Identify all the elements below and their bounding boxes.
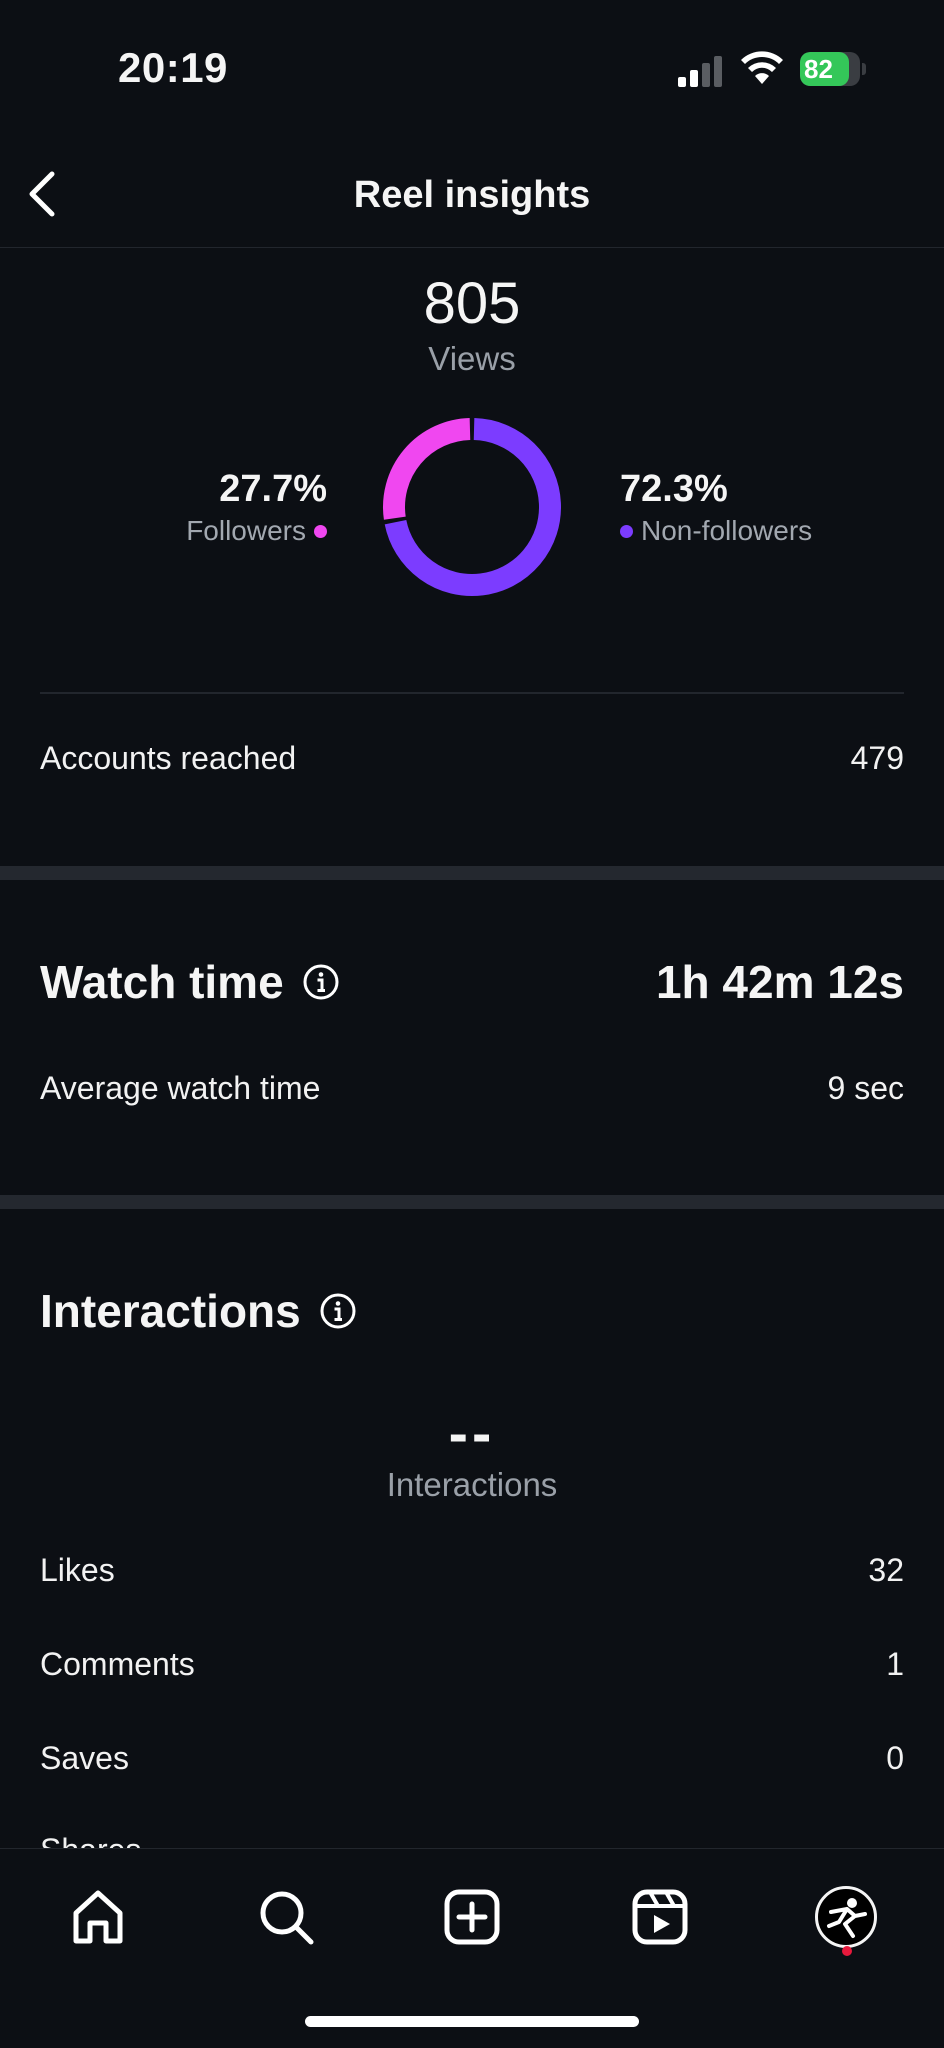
divider <box>40 692 904 694</box>
comments-label: Comments <box>40 1646 195 1682</box>
followers-label: Followers <box>186 515 306 546</box>
tab-search[interactable] <box>246 1879 326 1955</box>
saves-value: 0 <box>886 1740 904 1776</box>
interactions-total-label: Interactions <box>386 1466 558 1503</box>
saves-label: Saves <box>40 1740 129 1776</box>
views-count: 805 <box>423 271 521 336</box>
non-followers-label: Non-followers <box>641 515 813 546</box>
non-followers-stat: 72.3% Non-followers <box>620 466 812 550</box>
nav-header: Reel insights <box>0 140 944 248</box>
shares-row-partial: Shares <box>40 1832 141 1848</box>
accounts-reached-row[interactable]: Accounts reached 479 <box>40 740 904 777</box>
likes-value: 32 <box>868 1552 904 1588</box>
followers-percentage: 27.7% <box>219 468 327 510</box>
home-indicator <box>305 2016 639 2027</box>
views-label: Views <box>428 340 516 377</box>
tab-home[interactable] <box>58 1879 138 1955</box>
notification-dot <box>842 1946 852 1956</box>
watch-time-title: Watch time <box>40 956 284 1008</box>
wifi-icon <box>741 51 783 84</box>
status-time: 20:19 <box>118 44 228 91</box>
followers-arc <box>383 418 471 520</box>
comments-row: Comments 1 <box>40 1646 904 1683</box>
average-watch-time-label: Average watch time <box>40 1070 321 1106</box>
interactions-title: Interactions <box>40 1285 301 1337</box>
runner-logo-icon <box>827 1898 867 1938</box>
non-followers-legend-dot <box>620 524 633 538</box>
interactions-total: -- <box>448 1401 496 1466</box>
watch-time-total: 1h 42m 12s <box>655 956 904 1008</box>
likes-row: Likes 32 <box>40 1552 904 1589</box>
reels-icon <box>632 1889 688 1945</box>
status-bar: 20:19 82 <box>0 0 944 140</box>
page-title: Reel insights <box>353 174 591 216</box>
average-watch-time-row: Average watch time 9 sec <box>40 1070 904 1107</box>
cellular-signal-icon <box>678 56 722 87</box>
accounts-reached-value: 479 <box>850 740 904 776</box>
interactions-header: Interactions <box>40 1284 357 1338</box>
home-icon <box>73 1890 123 1944</box>
likes-label: Likes <box>40 1552 115 1588</box>
non-followers-percentage: 72.3% <box>620 468 728 510</box>
battery-indicator: 82 <box>800 52 866 86</box>
followers-stat: 27.7% Followers <box>186 466 327 550</box>
battery-percentage: 82 <box>804 54 833 84</box>
watch-time-header: Watch time <box>40 955 340 1009</box>
average-watch-time-value: 9 sec <box>827 1070 904 1106</box>
views-donut-chart <box>383 418 561 596</box>
tab-create[interactable] <box>432 1879 512 1955</box>
section-divider <box>0 866 944 880</box>
section-divider <box>0 1195 944 1209</box>
create-icon <box>444 1889 500 1945</box>
tab-reels[interactable] <box>620 1879 700 1955</box>
comments-value: 1 <box>886 1646 904 1682</box>
tab-profile[interactable] <box>806 1879 886 1955</box>
info-icon[interactable] <box>319 1292 357 1330</box>
saves-row: Saves 0 <box>40 1740 904 1777</box>
followers-legend-dot <box>314 524 327 538</box>
profile-avatar <box>815 1886 877 1948</box>
accounts-reached-label: Accounts reached <box>40 740 297 776</box>
search-icon <box>260 1891 314 1945</box>
info-icon[interactable] <box>302 963 340 1001</box>
